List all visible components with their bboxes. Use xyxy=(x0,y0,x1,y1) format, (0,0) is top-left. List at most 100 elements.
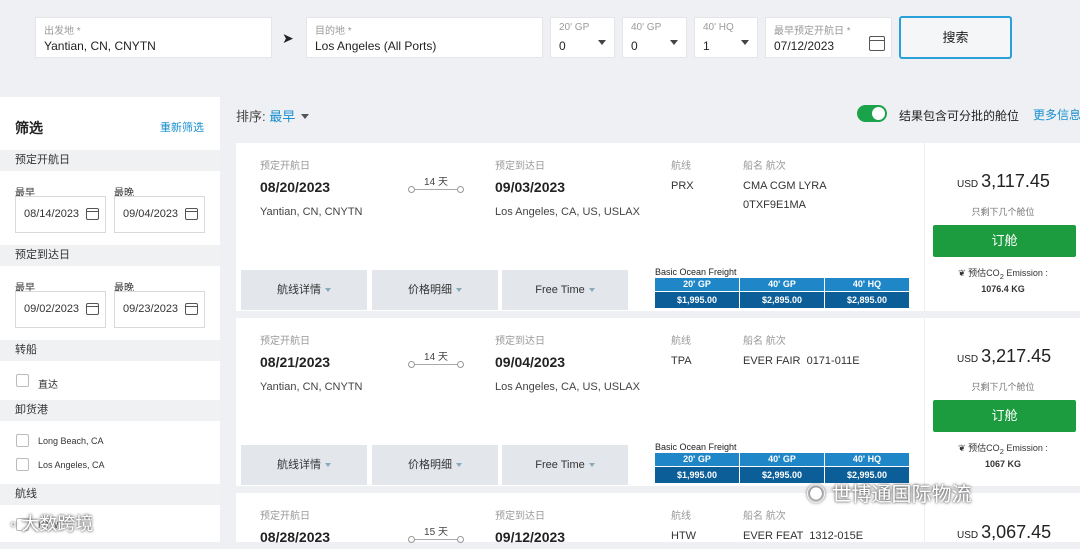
route-label: 航线 xyxy=(671,511,691,522)
voyage-number: 0TXF9E1MA xyxy=(743,199,806,211)
los-angeles-label: Los Angeles, CA xyxy=(38,460,105,470)
filter-title: 筛选 xyxy=(15,120,43,136)
destination-port: Los Angeles, CA, US, USLAX xyxy=(495,381,640,393)
arrive-from-input[interactable]: 09/02/2023 xyxy=(15,291,106,328)
price-column: USD 3,117.45 只剩下几个舱位 订舱 ❦ 预估CO2 Emission … xyxy=(924,143,1080,311)
vessel-label: 船名 航次 xyxy=(743,161,786,172)
freight-table: 20' GP 40' GP 40' HQ $1,995.00 $2,895.00… xyxy=(655,278,909,308)
chevron-down-icon xyxy=(598,40,606,45)
chevron-down-icon xyxy=(741,40,749,45)
long-beach-label: Long Beach, CA xyxy=(38,436,104,446)
sort-value[interactable]: 最早 xyxy=(269,109,295,124)
departure-date-field[interactable]: 最早预定开航日 * 07/12/2023 xyxy=(765,17,892,58)
chevron-down-icon xyxy=(588,463,595,467)
arrive-date-section: 预定到达日 xyxy=(0,245,220,266)
arrow-right-icon: ➤ xyxy=(282,30,294,46)
sort-label: 排序: xyxy=(236,109,266,124)
calendar-icon xyxy=(185,303,198,315)
result-card: 预定开航日 08/20/2023 Yantian, CN, CNYTN 14 天… xyxy=(236,143,1080,311)
freight-price-40hq: $2,895.00 xyxy=(825,292,909,308)
price-amount: 3,217.45 xyxy=(981,346,1052,366)
reset-filters-link[interactable]: 重新筛选 xyxy=(160,119,204,135)
vessel-name: EVER FAIR 0171-011E xyxy=(743,355,860,367)
gp20-value: 0 xyxy=(559,39,566,53)
tab-free-time[interactable]: Free Time xyxy=(502,445,628,485)
depart-date: 08/21/2023 xyxy=(260,354,331,370)
tab-route-details-label: 航线详情 xyxy=(277,459,321,471)
tab-price-details[interactable]: 价格明细 xyxy=(372,270,498,310)
book-button[interactable]: 订舱 xyxy=(933,400,1076,432)
route-code: HTW xyxy=(671,530,697,542)
los-angeles-checkbox[interactable] xyxy=(16,458,29,471)
filter-sidebar: 筛选 重新筛选 预定开航日 最早 最晚 08/14/2023 09/04/202… xyxy=(0,97,220,542)
calendar-icon xyxy=(185,208,198,220)
origin-port: Yantian, CN, CNYTN xyxy=(260,381,363,393)
vessel-name: EVER FEAT 1312-015E xyxy=(743,530,864,542)
discharge-port-section: 卸货港 xyxy=(0,400,220,421)
chevron-down-icon xyxy=(670,40,678,45)
tab-free-time[interactable]: Free Time xyxy=(502,270,628,310)
search-button[interactable]: 搜索 xyxy=(899,16,1012,59)
gp20-label: 20' GP xyxy=(559,22,590,33)
wechat-icon: ◉ xyxy=(806,484,826,506)
tab-price-details[interactable]: 价格明细 xyxy=(372,445,498,485)
emission-label: ❦ 预估CO2 Emission : xyxy=(958,268,1048,281)
chevron-down-icon xyxy=(456,288,462,292)
gp40-label: 40' GP xyxy=(631,22,662,33)
gp40-select[interactable]: 40' GP 0 xyxy=(622,17,687,58)
arrive-to-input[interactable]: 09/23/2023 xyxy=(114,291,205,328)
depart-to-input[interactable]: 09/04/2023 xyxy=(114,196,205,233)
leaf-icon: ❦ xyxy=(958,443,966,453)
transit-duration: 14 天 xyxy=(408,173,464,199)
route-label: 航线 xyxy=(671,161,691,172)
seats-remaining: 只剩下几个舱位 xyxy=(971,207,1035,217)
depart-date: 08/20/2023 xyxy=(260,179,331,195)
book-button[interactable]: 订舱 xyxy=(933,225,1076,257)
origin-value: Yantian, CN, CNYTN xyxy=(44,39,156,53)
freight-header-20gp: 20' GP xyxy=(655,278,739,291)
arrive-date: 09/04/2023 xyxy=(495,354,566,370)
route-code: TPA xyxy=(671,355,692,367)
origin-field[interactable]: 出发地 * Yantian, CN, CNYTN xyxy=(35,17,272,58)
freight-header-40hq: 40' HQ xyxy=(825,453,909,466)
arrive-from-value: 09/02/2023 xyxy=(24,303,80,315)
origin-label: 出发地 * xyxy=(44,26,81,37)
long-beach-checkbox[interactable] xyxy=(16,434,29,447)
emission-label: ❦ 预估CO2 Emission : xyxy=(958,443,1048,456)
calendar-icon[interactable] xyxy=(869,36,885,51)
seats-remaining: 只剩下几个舱位 xyxy=(971,382,1035,392)
depart-date-label: 预定开航日 xyxy=(260,336,310,347)
sort-control[interactable]: 排序: 最早 xyxy=(236,106,310,125)
tab-route-details[interactable]: 航线详情 xyxy=(241,445,367,485)
depart-date-label: 预定开航日 xyxy=(260,161,310,172)
hq40-label: 40' HQ xyxy=(703,22,734,33)
depart-from-input[interactable]: 08/14/2023 xyxy=(15,196,106,233)
transit-duration: 15 天 xyxy=(408,523,464,549)
direct-checkbox[interactable] xyxy=(16,374,29,387)
split-booking-toggle[interactable] xyxy=(857,105,887,122)
chevron-down-icon xyxy=(325,288,331,292)
more-info-link[interactable]: 更多信息 xyxy=(1033,106,1080,123)
arrive-to-value: 09/23/2023 xyxy=(123,303,179,315)
chevron-down-icon xyxy=(588,288,595,292)
watermark-right: ◉ 世博通国际物流 xyxy=(806,484,972,506)
chevron-down-icon xyxy=(301,114,310,119)
tab-route-details[interactable]: 航线详情 xyxy=(241,270,367,310)
result-card: 预定开航日 08/21/2023 Yantian, CN, CNYTN 14 天… xyxy=(236,318,1080,486)
transit-days: 14 天 xyxy=(424,352,448,363)
price-amount: 3,067.45 xyxy=(981,522,1052,542)
direct-label: 直达 xyxy=(38,380,58,391)
price-column: USD 3,217.45 只剩下几个舱位 订舱 ❦ 预估CO2 Emission … xyxy=(924,318,1080,486)
destination-field[interactable]: 目的地 * Los Angeles (All Ports) xyxy=(306,17,543,58)
freight-price-20gp: $1,995.00 xyxy=(655,467,739,483)
emission-value: 1076.4 KG xyxy=(981,284,1025,294)
arrive-date-label: 预定到达日 xyxy=(495,511,545,522)
tab-free-time-label: Free Time xyxy=(535,459,585,471)
calendar-icon xyxy=(86,303,99,315)
search-bar: 出发地 * Yantian, CN, CNYTN ➤ 目的地 * Los Ang… xyxy=(0,0,1080,78)
hq40-select[interactable]: 40' HQ 1 xyxy=(694,17,758,58)
freight-price-20gp: $1,995.00 xyxy=(655,292,739,308)
gp20-select[interactable]: 20' GP 0 xyxy=(550,17,615,58)
destination-port: Los Angeles, CA, US, USLAX xyxy=(495,206,640,218)
arrive-date: 09/03/2023 xyxy=(495,179,566,195)
